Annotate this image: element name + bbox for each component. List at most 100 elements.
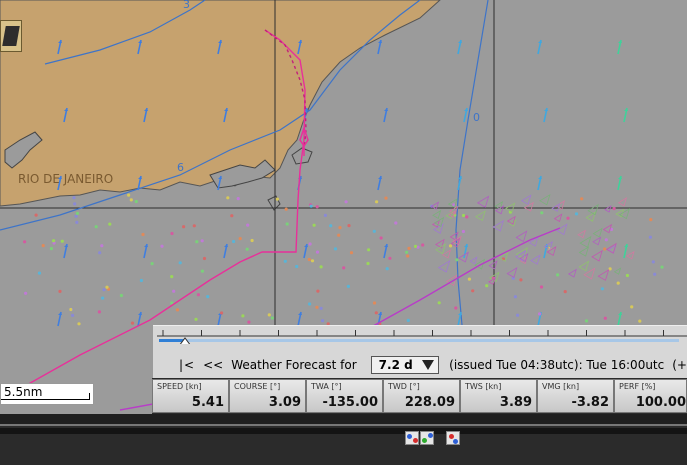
fleet-dot [283,259,287,263]
fleet-dot [344,200,348,204]
first-step-button[interactable]: |< [179,358,195,372]
fleet-dot [513,295,518,299]
fleet-dot [660,265,664,269]
fleet-dot [172,289,176,293]
fleet-dot [584,319,589,323]
fleet-dot [250,238,254,243]
fleet-dot [315,250,320,254]
fleet-dot [94,225,98,229]
fleet-dot [540,211,544,215]
status-stripe [0,424,687,426]
fleet-dot [308,302,312,306]
fleet-dot [200,269,204,273]
forecast-select[interactable]: 7.2 d [370,356,440,374]
fleet-dot [58,289,62,293]
fleet-dot [329,224,333,228]
fleet-dot [60,239,64,243]
fleet-dot [101,296,105,300]
fleet-dot [566,216,570,220]
fleet-dot [200,239,204,243]
fleet-dot [267,313,271,317]
fleet-dot [232,239,236,244]
fleet-dot [321,319,325,323]
status-bar [0,414,687,465]
fleet-dot [37,271,42,275]
gauge-value: 5.41 [191,395,224,410]
perf-gauge: PERF [%] 100.00 [614,379,687,413]
fleet-dot [170,275,174,279]
fleet-dot [413,244,418,248]
fleet-dot [323,213,327,217]
fleet-dot [310,259,315,263]
fleet-dot [379,236,383,240]
fleet-dot [338,226,342,230]
gauge-title: PERF [%] [619,382,656,391]
fleet-dot [347,224,351,228]
fleet-dot [563,290,567,294]
prev-step-button[interactable]: << [203,358,223,372]
tws-gauge: TWS [kn] 3.89 [460,379,537,413]
fleet-dot [192,224,196,228]
gauge-title: TWA [°] [311,382,342,391]
chart-tool-button[interactable] [0,20,22,52]
fleet-dot [206,295,210,299]
gauge-value: 100.00 [635,395,686,410]
status-stripe [0,428,687,434]
chevron-down-icon [422,360,435,370]
twd-gauge: TWD [°] 228.09 [383,379,460,413]
fleet-dot [307,257,311,262]
chart-tool-icon [2,26,20,46]
fleet-dot [319,306,323,310]
fleet-dot [75,211,80,215]
fleet-dot [102,288,106,292]
fleet-dot [630,305,634,309]
fleet-dot [238,237,242,241]
fleet-dot [150,262,154,266]
forecast-value: 7.2 d [378,358,413,372]
fleet-dot [108,222,112,226]
contour-label-3: 3 [183,0,190,11]
fleet-dot [603,247,607,251]
timeline-slider[interactable] [153,326,687,344]
fleet-dot [374,311,378,315]
fleet-dot [41,244,45,248]
fleet-dot [366,261,370,266]
fleet-dot [448,244,453,248]
fleet-dot [100,244,104,248]
fleet-dot [196,293,200,297]
fleet-dot [141,232,145,237]
fleet-dot [312,223,316,227]
fleet-dot [275,197,279,201]
fleet-dot [516,313,520,317]
fleet-dot [129,198,133,202]
fleet-dot [394,221,398,225]
gauge-value: 3.09 [268,395,301,410]
fleet-dot [388,256,392,260]
fleet-dot [170,231,174,236]
player-icon-3[interactable] [446,431,460,445]
fleet-dot [175,308,180,312]
player-icon-2[interactable] [420,431,434,445]
fleet-dot [485,284,489,288]
scale-line [1,393,90,400]
fleet-dot [421,243,425,247]
fleet-dot [603,316,607,320]
fleet-dot [295,264,299,269]
fleet-dot [24,291,28,295]
fleet-dot [407,246,411,250]
fleet-dot [600,287,605,291]
gauge-value: -135.00 [322,395,378,410]
fleet-dot [437,301,441,305]
fleet-dot [202,256,207,261]
fleet-dot [367,248,371,252]
fleet-dot [342,266,346,270]
fleet-dot [246,223,250,227]
fleet-dot [194,317,198,321]
fleet-dot [182,225,186,229]
fleet-dot [315,305,319,309]
fleet-dot [98,251,102,255]
player-icon-1[interactable] [405,431,419,445]
fleet-dot [226,196,230,200]
fleet-dot [245,247,249,251]
timeline-panel: |< << Weather Forecast for 7.2 d (issued… [153,325,687,378]
